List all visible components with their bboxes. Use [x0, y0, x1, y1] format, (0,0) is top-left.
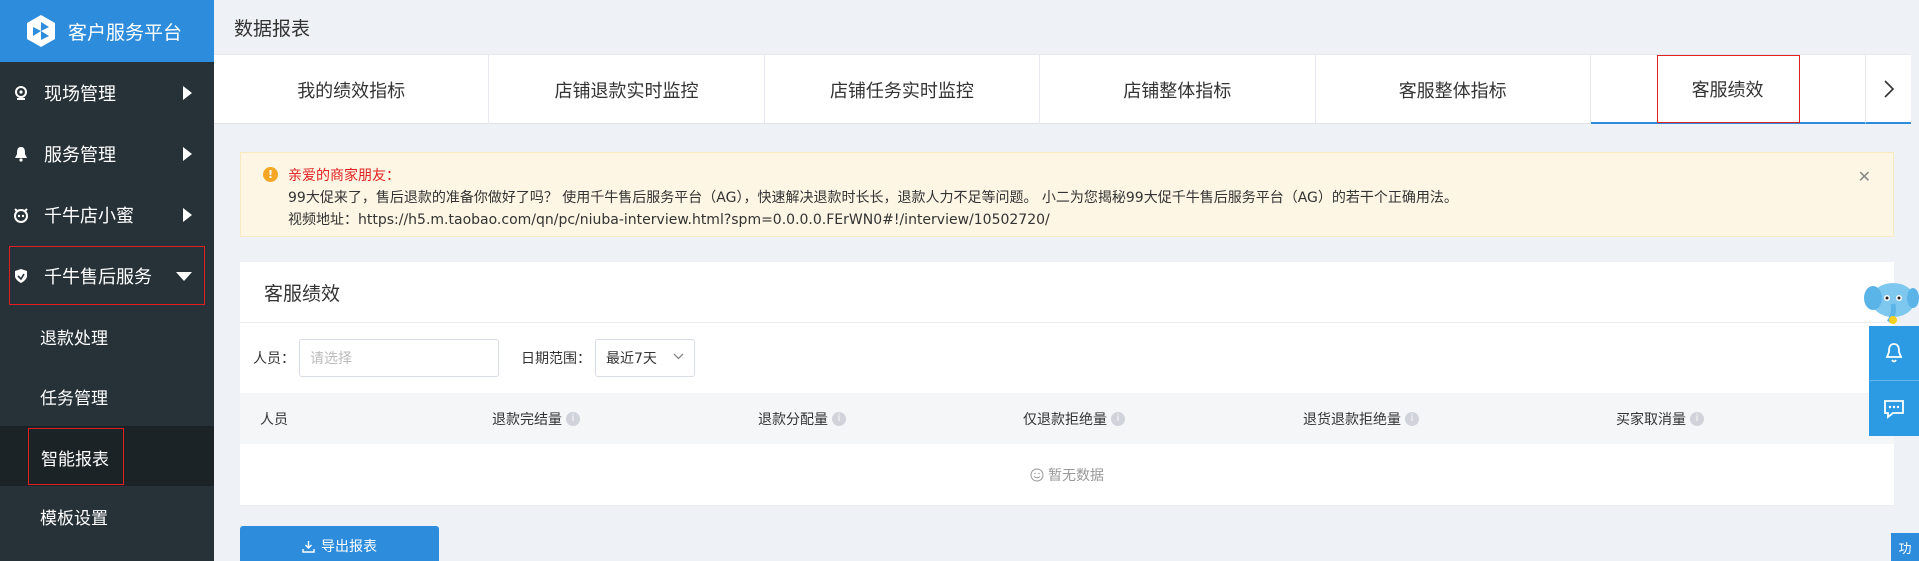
tab-label: 我的绩效指标 — [297, 80, 406, 102]
main-content: 数据报表 我的绩效指标 店铺退款实时监控 店铺任务实时监控 店铺整体指标 客服整… — [214, 0, 1919, 561]
warning-icon: ! — [263, 167, 278, 182]
column-header: 退款完结量 — [492, 411, 562, 428]
brand-title: 客户服务平台 — [68, 21, 183, 44]
sidebar-item-onsite[interactable]: 现场管理 — [0, 62, 214, 123]
panel-title: 客服绩效 — [240, 262, 1894, 323]
table-header: 人员 退款完结量 i 退款分配量 i 仅退款拒绝量 i 退货退款拒绝量 i 买家取消量 i — [240, 393, 1894, 444]
tab-label: 店铺退款实时监控 — [554, 80, 699, 102]
sidebar: 客户服务平台 现场管理 服务管理 千牛店小蜜 千牛售后服务 退款处理 任务管理 … — [0, 0, 214, 561]
date-range-value: 最近7天 — [606, 351, 657, 367]
notice-heading: 亲爱的商家朋友： — [288, 168, 400, 184]
person-placeholder: 请选择 — [310, 351, 352, 367]
report-tabs: 我的绩效指标 店铺退款实时监控 店铺任务实时监控 店铺整体指标 客服整体指标 客… — [214, 54, 1911, 124]
logo-icon — [27, 15, 55, 47]
date-range-label: 日期范围： — [521, 351, 591, 367]
info-icon[interactable]: i — [832, 411, 846, 426]
smiley-icon — [1030, 468, 1044, 481]
page-title: 数据报表 — [214, 0, 1919, 54]
tab-store-kpi[interactable]: 店铺整体指标 — [1040, 55, 1316, 124]
info-icon[interactable]: i — [1690, 411, 1704, 426]
date-range-select[interactable]: 最近7天 — [595, 339, 695, 377]
sidebar-item-service[interactable]: 服务管理 — [0, 123, 214, 184]
person-select-input[interactable]: 请选择 — [299, 339, 499, 377]
performance-panel: 客服绩效 人员： 请选择 日期范围： 最近7天 人员 退款完结量 i 退款分配量 i… — [240, 262, 1894, 506]
info-icon[interactable]: i — [1405, 411, 1419, 426]
empty-text: 暂无数据 — [1048, 467, 1104, 484]
column-header: 退货退款拒绝量 — [1303, 411, 1401, 428]
notice-video-link[interactable]: 视频地址：https://h5.m.taobao.com/qn/pc/niuba… — [263, 209, 1893, 231]
filter-bar: 人员： 请选择 日期范围： 最近7天 — [240, 323, 1894, 393]
col-refund-done: 退款完结量 i — [492, 409, 758, 429]
tab-cs-performance[interactable]: 客服绩效 — [1590, 54, 1867, 124]
export-report-button[interactable]: 导出报表 — [240, 526, 439, 561]
sub-item-label: 模板设置 — [40, 508, 108, 529]
caret-right-icon — [183, 207, 192, 222]
chat-button[interactable] — [1869, 381, 1919, 436]
column-header: 买家取消量 — [1616, 411, 1686, 428]
info-icon[interactable]: i — [566, 411, 580, 426]
sub-item-label: 任务管理 — [40, 388, 108, 409]
col-refund-rejected: 仅退款拒绝量 i — [1023, 409, 1303, 429]
location-icon — [12, 84, 30, 102]
sidebar-item-label: 现场管理 — [44, 83, 116, 105]
tab-label: 客服绩效 — [1656, 54, 1800, 123]
floating-toolbar — [1869, 326, 1919, 436]
bell-icon — [12, 145, 30, 163]
brand[interactable]: 客户服务平台 — [0, 0, 214, 62]
sub-item-tasks[interactable]: 任务管理 — [0, 366, 214, 426]
sidebar-item-assistant[interactable]: 千牛店小蜜 — [0, 184, 214, 245]
tab-task-monitor[interactable]: 店铺任务实时监控 — [765, 55, 1041, 124]
person-label: 人员： — [253, 351, 295, 367]
empty-state: 暂无数据 — [240, 444, 1894, 506]
tab-label: 店铺任务实时监控 — [829, 80, 974, 102]
chevron-right-icon — [1884, 79, 1894, 98]
sub-item-label: 退款处理 — [40, 328, 108, 349]
sidebar-item-label: 千牛店小蜜 — [44, 205, 134, 227]
close-icon[interactable]: ✕ — [1858, 167, 1871, 186]
sidebar-item-aftersales[interactable]: 千牛售后服务 — [8, 245, 206, 306]
notice-line: 99大促来了，售后退款的准备你做好了吗？ 使用千牛售后服务平台（AG），快速解决… — [288, 190, 1458, 206]
download-icon — [302, 540, 315, 553]
column-header: 人员 — [260, 411, 288, 428]
chevron-down-icon — [673, 353, 684, 360]
bell-icon — [1885, 343, 1903, 363]
sidebar-item-label: 服务管理 — [44, 144, 116, 166]
tab-my-kpi[interactable]: 我的绩效指标 — [214, 55, 490, 124]
tab-cs-kpi[interactable]: 客服整体指标 — [1316, 55, 1591, 124]
sub-item-templates[interactable]: 模板设置 — [0, 486, 214, 546]
col-refund-assigned: 退款分配量 i — [758, 409, 1023, 429]
col-buyer-cancel: 买家取消量 i — [1616, 409, 1704, 429]
mascot-icon[interactable] — [1863, 278, 1919, 326]
tab-scroll-next-button[interactable] — [1866, 55, 1911, 124]
sub-item-label: 智能报表 — [28, 427, 124, 485]
chat-icon — [1884, 399, 1904, 419]
col-return-rejected: 退货退款拒绝量 i — [1303, 409, 1616, 429]
aftersales-submenu: 退款处理 任务管理 智能报表 模板设置 — [0, 306, 214, 546]
robot-icon — [12, 206, 30, 224]
tab-label: 店铺整体指标 — [1123, 80, 1232, 102]
caret-right-icon — [183, 146, 192, 161]
info-icon[interactable]: i — [1111, 411, 1125, 426]
sub-item-reports[interactable]: 智能报表 — [0, 426, 214, 486]
notification-button[interactable] — [1869, 326, 1919, 381]
column-header: 退款分配量 — [758, 411, 828, 428]
caret-down-icon — [176, 271, 192, 281]
col-person: 人员 — [240, 409, 492, 429]
tab-refund-monitor[interactable]: 店铺退款实时监控 — [489, 55, 765, 124]
shield-icon — [12, 267, 30, 285]
sidebar-item-label: 千牛售后服务 — [44, 266, 152, 288]
corner-feature-tag[interactable]: 功 — [1891, 533, 1919, 561]
caret-right-icon — [183, 85, 192, 100]
sub-item-refund[interactable]: 退款处理 — [0, 306, 214, 366]
tab-label: 客服整体指标 — [1398, 80, 1507, 102]
column-header: 仅退款拒绝量 — [1023, 411, 1107, 428]
export-label: 导出报表 — [321, 539, 377, 555]
notice-banner: ! 亲爱的商家朋友： 99大促来了，售后退款的准备你做好了吗？ 使用千牛售后服务… — [240, 152, 1894, 237]
